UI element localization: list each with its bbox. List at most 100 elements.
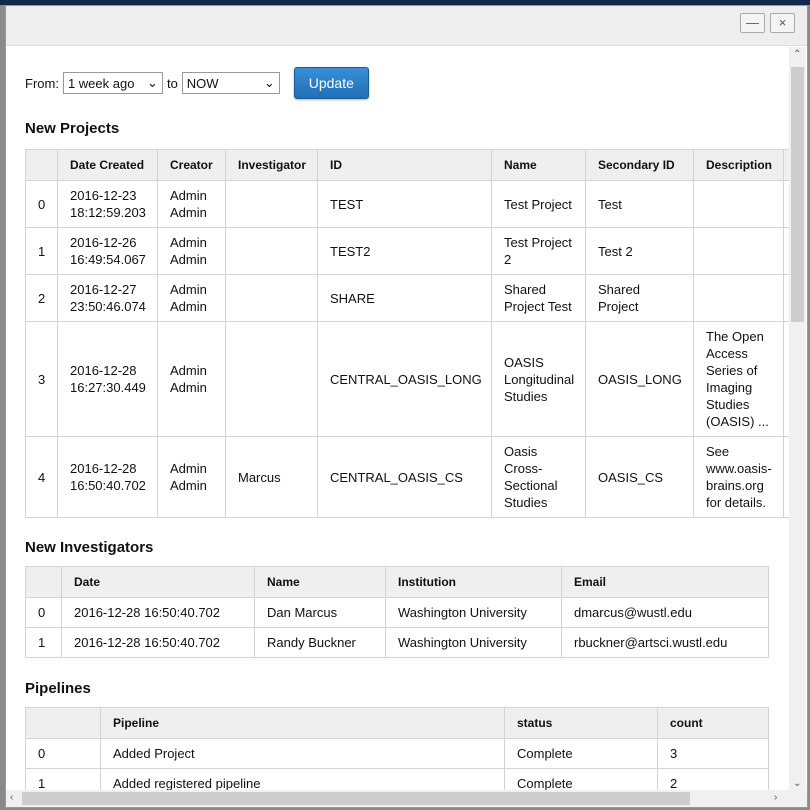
table-row[interactable]: 22016-12-27 23:50:46.074Admin AdminSHARE… — [26, 275, 790, 322]
column-header[interactable]: Description — [694, 150, 784, 181]
date-filters: From: 1 week ago⌄ to NOW⌄ Update — [25, 67, 369, 99]
table-row[interactable]: 02016-12-23 18:12:59.203Admin AdminTESTT… — [26, 181, 790, 228]
table-row[interactable]: 02016-12-28 16:50:40.702Dan MarcusWashin… — [26, 598, 769, 628]
table-cell: Marcus — [226, 437, 318, 518]
table-cell: Washington University — [386, 628, 562, 658]
table-cell: Test 2 — [586, 228, 694, 275]
table-cell: TEST2 — [318, 228, 492, 275]
table-cell: Added Project — [101, 739, 505, 769]
investigators-table: DateNameInstitutionEmail02016-12-28 16:5… — [25, 566, 769, 658]
chevron-down-icon: ⌄ — [264, 75, 275, 91]
column-header[interactable]: status — [505, 708, 658, 739]
minimize-button[interactable]: — — [740, 13, 765, 33]
table-cell: 1 — [26, 228, 58, 275]
table-cell: 2 — [26, 275, 58, 322]
vertical-scrollbar[interactable]: ⌃ ⌄ — [789, 47, 806, 791]
table-cell: 2016-12-28 16:50:40.702 — [58, 437, 158, 518]
table-cell: Admin Admin — [158, 322, 226, 437]
header-row: Date CreatedCreatorInvestigatorIDNameSec… — [26, 150, 790, 181]
table-cell — [694, 228, 784, 275]
scroll-up-icon[interactable]: ⌃ — [793, 49, 801, 60]
table-cell: Shared Project — [586, 275, 694, 322]
horizontal-scroll-thumb[interactable] — [22, 792, 690, 805]
chevron-down-icon: ⌄ — [147, 75, 158, 91]
from-label: From: — [25, 76, 59, 91]
column-header[interactable] — [26, 708, 101, 739]
column-header[interactable]: Creator — [158, 150, 226, 181]
column-header[interactable]: ID — [318, 150, 492, 181]
table-row[interactable]: 32016-12-28 16:27:30.449Admin AdminCENTR… — [26, 322, 790, 437]
table-cell: Admin Admin — [158, 437, 226, 518]
table-cell: Oasis Cross-Sectional Studies — [492, 437, 586, 518]
column-header[interactable]: Name — [492, 150, 586, 181]
table-cell: Test — [586, 181, 694, 228]
table-cell: 4 — [26, 437, 58, 518]
dialog-titlebar[interactable]: — × — [6, 6, 807, 46]
table-row[interactable]: 0Added ProjectComplete3 — [26, 739, 769, 769]
column-header[interactable]: Date Created — [58, 150, 158, 181]
scroll-right-icon[interactable]: › — [774, 792, 777, 803]
column-header[interactable]: count — [658, 708, 769, 739]
vertical-scroll-thumb[interactable] — [791, 67, 804, 322]
table-cell: Admin Admin — [158, 228, 226, 275]
pipelines-table: Pipelinestatuscount0Added ProjectComplet… — [25, 707, 769, 791]
report-dialog: — × From: 1 week ago⌄ to NOW⌄ Update New… — [5, 5, 808, 808]
horizontal-scrollbar[interactable]: ‹ › — [6, 790, 807, 807]
to-value: NOW — [187, 76, 219, 91]
table-cell: Washington University — [386, 598, 562, 628]
table-cell — [226, 181, 318, 228]
table-cell: Complete — [505, 739, 658, 769]
to-select[interactable]: NOW ⌄ — [182, 72, 280, 94]
table-cell: 0 — [26, 739, 101, 769]
table-cell: Added registered pipeline — [101, 769, 505, 792]
column-header[interactable]: Institution — [386, 567, 562, 598]
table-cell: TEST — [318, 181, 492, 228]
table-cell: 2016-12-28 16:50:40.702 — [62, 628, 255, 658]
investigators-heading: New Investigators — [25, 539, 153, 556]
table-cell: 2016-12-28 16:50:40.702 — [62, 598, 255, 628]
table-cell: See www.oasis-brains.org for details. — [694, 437, 784, 518]
from-select[interactable]: 1 week ago ⌄ — [63, 72, 163, 94]
table-cell: 2 — [658, 769, 769, 792]
table-cell: Randy Buckner — [255, 628, 386, 658]
table-cell: SHARE — [318, 275, 492, 322]
table-cell: 3 — [26, 322, 58, 437]
header-row: Pipelinestatuscount — [26, 708, 769, 739]
column-header[interactable]: Investigator — [226, 150, 318, 181]
column-header[interactable]: Secondary ID — [586, 150, 694, 181]
table-cell: rbuckner@artsci.wustl.edu — [562, 628, 769, 658]
table-cell — [694, 275, 784, 322]
column-header[interactable]: Pipeline — [101, 708, 505, 739]
table-cell: The Open Access Series of Imaging Studie… — [694, 322, 784, 437]
table-row[interactable]: 12016-12-26 16:49:54.067Admin AdminTEST2… — [26, 228, 790, 275]
table-row[interactable]: 42016-12-28 16:50:40.702Admin AdminMarcu… — [26, 437, 790, 518]
from-value: 1 week ago — [68, 76, 135, 91]
close-button[interactable]: × — [770, 13, 795, 33]
table-cell: CENTRAL_OASIS_CS — [318, 437, 492, 518]
update-button[interactable]: Update — [294, 67, 369, 99]
column-header[interactable] — [26, 150, 58, 181]
projects-table: Date CreatedCreatorInvestigatorIDNameSec… — [25, 149, 789, 518]
table-cell: 3 — [658, 739, 769, 769]
table-cell: Shared Project Test — [492, 275, 586, 322]
table-cell: Test Project — [492, 181, 586, 228]
table-row[interactable]: 1Added registered pipelineComplete2 — [26, 769, 769, 792]
table-cell: Test Project 2 — [492, 228, 586, 275]
table-cell: Admin Admin — [158, 181, 226, 228]
projects-heading: New Projects — [25, 120, 119, 137]
column-header[interactable]: Name — [255, 567, 386, 598]
scroll-down-icon[interactable]: ⌄ — [793, 778, 801, 789]
table-cell — [226, 275, 318, 322]
table-cell: 1 — [26, 628, 62, 658]
scroll-left-icon[interactable]: ‹ — [10, 792, 13, 803]
header-row: DateNameInstitutionEmail — [26, 567, 769, 598]
table-cell: Dan Marcus — [255, 598, 386, 628]
table-cell: dmarcus@wustl.edu — [562, 598, 769, 628]
column-header[interactable]: Email — [562, 567, 769, 598]
column-header[interactable]: Date — [62, 567, 255, 598]
table-cell — [226, 228, 318, 275]
column-header[interactable] — [26, 567, 62, 598]
pipelines-heading: Pipelines — [25, 680, 91, 697]
table-row[interactable]: 12016-12-28 16:50:40.702Randy BucknerWas… — [26, 628, 769, 658]
table-cell — [226, 322, 318, 437]
